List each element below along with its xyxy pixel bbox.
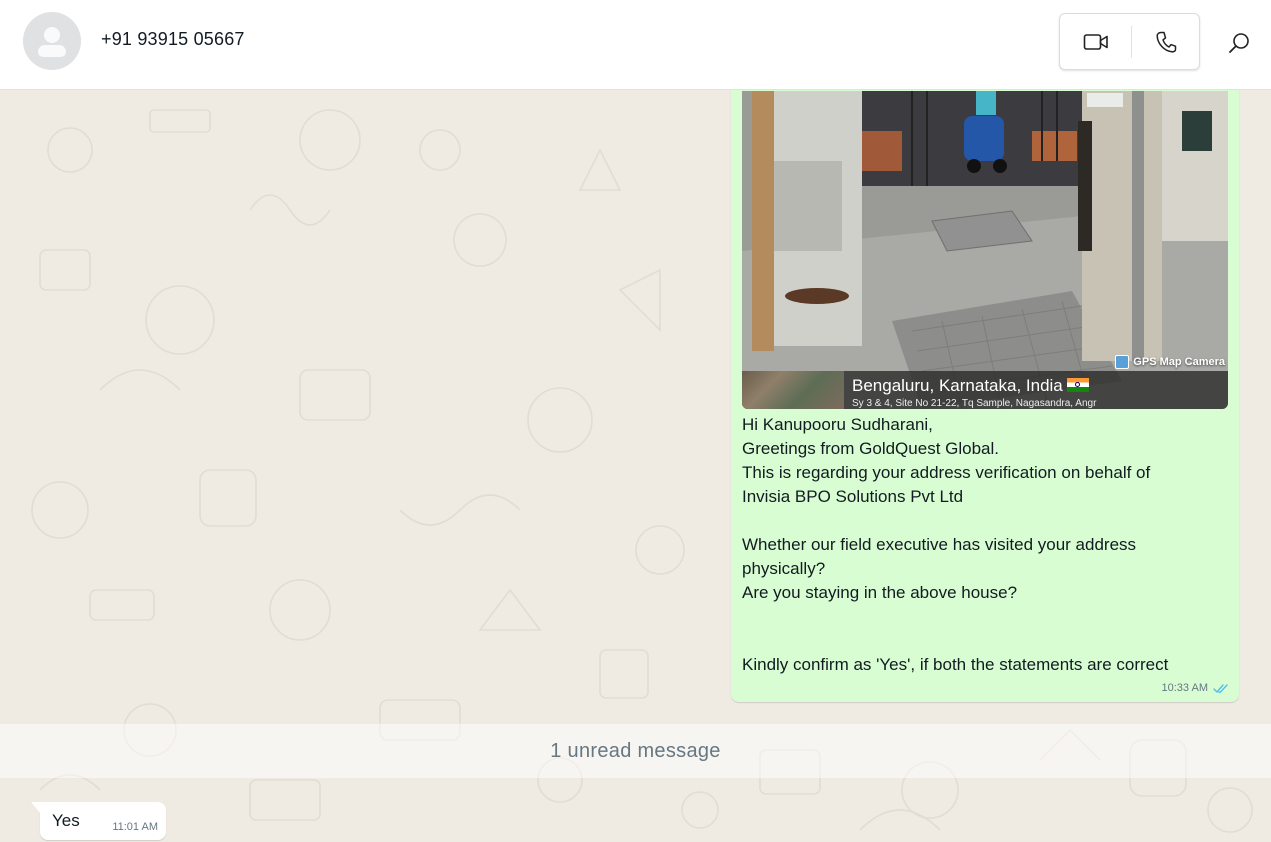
search-button[interactable]	[1222, 26, 1256, 60]
message-line: Invisia BPO Solutions Pvt Ltd	[742, 487, 964, 506]
read-double-tick-icon	[1213, 684, 1228, 694]
chat-panel[interactable]: GPS Map Camera Bengaluru, Karnataka, Ind…	[0, 90, 1271, 842]
message-line: Are you staying in the above house?	[742, 583, 1018, 602]
outgoing-message-bubble[interactable]: GPS Map Camera Bengaluru, Karnataka, Ind…	[731, 90, 1239, 702]
message-line: Kindly confirm as 'Yes', if both the sta…	[742, 655, 1169, 674]
call-divider	[1131, 26, 1132, 58]
call-button-group	[1059, 13, 1200, 70]
gps-map-camera-badge: GPS Map Camera	[1115, 355, 1225, 369]
incoming-message-text: Yes	[52, 811, 80, 830]
message-image[interactable]: GPS Map Camera Bengaluru, Karnataka, Ind…	[742, 91, 1228, 409]
message-line	[742, 509, 1222, 533]
contact-avatar[interactable]	[23, 12, 81, 70]
bubble-tail	[31, 802, 41, 814]
incoming-message-timestamp: 11:01 AM	[112, 821, 158, 833]
message-text: Hi Kanupooru Sudharani, Greetings from G…	[742, 413, 1222, 677]
unread-label: 1 unread message	[550, 739, 721, 762]
incoming-message-bubble[interactable]: Yes 11:01 AM	[31, 802, 166, 840]
video-call-button[interactable]	[1074, 26, 1118, 58]
unread-divider: 1 unread message	[0, 723, 1271, 778]
message-line	[742, 605, 1222, 629]
message-timestamp: 10:33 AM	[1161, 682, 1208, 694]
message-line	[742, 629, 1222, 653]
message-line: Hi Kanupooru Sudharani,	[742, 415, 933, 434]
india-flag-icon	[1066, 378, 1089, 392]
message-line: physically?	[742, 559, 826, 578]
voice-call-button[interactable]	[1144, 26, 1188, 58]
search-icon	[1229, 33, 1249, 53]
message-line: Greetings from GoldQuest Global.	[742, 439, 1000, 458]
message-line: Whether our field executive has visited …	[742, 535, 1137, 554]
contact-name[interactable]: +91 93915 05667	[101, 29, 245, 50]
gps-camera-icon	[1115, 355, 1130, 369]
mini-map-thumbnail	[742, 371, 844, 409]
phone-icon	[1156, 31, 1177, 53]
avatar-body-icon	[38, 45, 66, 57]
location-subtitle: Sy 3 & 4, Site No 21-22, Tq Sample, Naga…	[852, 398, 1097, 409]
video-camera-icon	[1083, 34, 1108, 50]
location-title: Bengaluru, Karnataka, India	[852, 376, 1089, 396]
chat-header: +91 93915 05667	[0, 0, 1271, 90]
message-line: This is regarding your address verificat…	[742, 463, 1151, 482]
avatar-head-icon	[44, 27, 60, 43]
geo-location-strip: Bengaluru, Karnataka, India Sy 3 & 4, Si…	[742, 371, 1228, 409]
